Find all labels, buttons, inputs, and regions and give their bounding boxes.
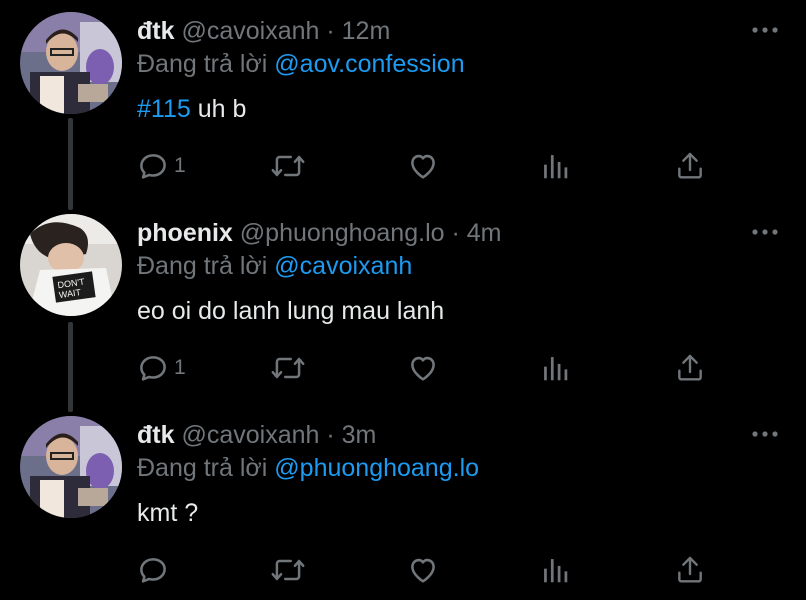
display-name[interactable]: phoenix	[137, 219, 233, 247]
tweet-header: đtk @cavoixanh · 3m	[137, 420, 376, 450]
replying-to-label: Đang trả lời	[137, 454, 268, 482]
replying-to: Đang trả lời @cavoixanh	[137, 251, 412, 281]
avatar[interactable]: DON'T WAIT	[20, 214, 122, 316]
tweet-actions	[136, 550, 716, 590]
share-icon	[678, 556, 702, 583]
user-handle[interactable]: @cavoixanh	[181, 421, 319, 449]
mention-link[interactable]: @aov.confession	[274, 50, 464, 78]
tweet-actions: 1	[136, 146, 716, 186]
share-icon	[678, 354, 702, 381]
share-button[interactable]	[674, 146, 706, 186]
retweet-icon	[271, 559, 305, 581]
replying-to: Đang trả lời @aov.confession	[137, 49, 465, 79]
mention-link[interactable]: @cavoixanh	[274, 252, 412, 280]
avatar[interactable]	[20, 416, 122, 518]
share-icon	[678, 152, 702, 179]
analytics-button[interactable]	[540, 146, 570, 186]
retweet-button[interactable]	[270, 550, 306, 590]
tweet[interactable]: đtk @cavoixanh · 3m Đang trả lời @phuong…	[0, 404, 806, 600]
replying-to-label: Đang trả lời	[137, 252, 268, 280]
reply-button[interactable]: 1	[136, 146, 186, 186]
reply-thread: đtk @cavoixanh · 12m Đang trả lời @aov.c…	[0, 0, 806, 600]
analytics-button[interactable]	[540, 550, 570, 590]
separator-dot: ·	[326, 17, 335, 45]
user-handle[interactable]: @phuonghoang.lo	[240, 219, 445, 247]
tweet-text-body: eo oi do lanh lung mau lanh	[137, 297, 445, 325]
person-photo-avatar-icon: DON'T WAIT	[20, 214, 122, 316]
like-button[interactable]	[406, 550, 440, 590]
more-icon	[752, 431, 778, 437]
display-name[interactable]: đtk	[137, 17, 175, 45]
timestamp[interactable]: 3m	[342, 421, 377, 449]
tweet-text: eo oi do lanh lung mau lanh	[137, 296, 444, 326]
retweet-button[interactable]	[270, 348, 306, 388]
share-button[interactable]	[674, 550, 706, 590]
avatar[interactable]	[20, 12, 122, 114]
more-icon	[752, 27, 778, 33]
more-button[interactable]	[748, 20, 782, 40]
retweet-button[interactable]	[270, 146, 306, 186]
user-handle[interactable]: @cavoixanh	[181, 17, 319, 45]
tweet-actions: 1	[136, 348, 716, 388]
tweet-header: đtk @cavoixanh · 12m	[137, 16, 390, 46]
analytics-icon	[544, 155, 568, 179]
analytics-icon	[544, 559, 568, 583]
separator-dot: ·	[451, 219, 460, 247]
separator-dot: ·	[326, 421, 335, 449]
more-icon	[752, 229, 778, 235]
tweet[interactable]: đtk @cavoixanh · 12m Đang trả lời @aov.c…	[0, 0, 806, 204]
reply-button[interactable]: 1	[136, 348, 186, 388]
reply-count: 1	[174, 154, 186, 177]
share-button[interactable]	[674, 348, 706, 388]
tweet[interactable]: DON'T WAIT phoenix @phuonghoang.lo · 4m …	[0, 202, 806, 406]
tweet-header: phoenix @phuonghoang.lo · 4m	[137, 218, 502, 248]
reply-icon	[140, 558, 166, 583]
reply-icon	[140, 154, 166, 179]
tweet-text: kmt ?	[137, 498, 198, 528]
reply-button[interactable]	[136, 550, 174, 590]
display-name[interactable]: đtk	[137, 421, 175, 449]
tweet-text-body: kmt ?	[137, 499, 199, 527]
timestamp[interactable]: 12m	[342, 17, 391, 45]
retweet-icon	[271, 357, 305, 379]
heart-icon	[411, 558, 435, 583]
like-button[interactable]	[406, 146, 440, 186]
reply-icon	[140, 356, 166, 381]
heart-icon	[411, 154, 435, 179]
reply-count: 1	[174, 356, 186, 379]
like-button[interactable]	[406, 348, 440, 388]
mention-link[interactable]: @phuonghoang.lo	[274, 454, 479, 482]
hashtag-link[interactable]: #115	[137, 95, 191, 123]
replying-to: Đang trả lời @phuonghoang.lo	[137, 453, 479, 483]
retweet-icon	[271, 155, 305, 177]
timestamp[interactable]: 4m	[467, 219, 502, 247]
tweet-text-body: uh b	[190, 95, 247, 123]
person-photo-avatar-icon	[20, 416, 122, 518]
person-photo-avatar-icon	[20, 12, 122, 114]
tweet-text: #115 uh b	[137, 94, 246, 124]
analytics-button[interactable]	[540, 348, 570, 388]
analytics-icon	[544, 357, 568, 381]
replying-to-label: Đang trả lời	[137, 50, 268, 78]
heart-icon	[411, 356, 435, 381]
more-button[interactable]	[748, 222, 782, 242]
more-button[interactable]	[748, 424, 782, 444]
